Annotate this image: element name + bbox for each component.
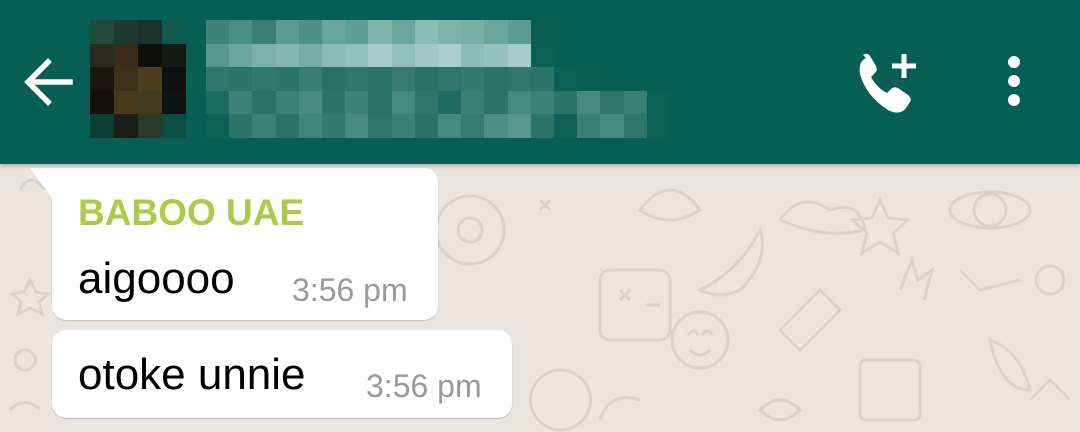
message-time: 3:56 pm — [366, 368, 482, 404]
chat-header — [0, 0, 1080, 164]
add-call-icon[interactable] — [852, 50, 922, 114]
message-bubble[interactable]: otoke unnie 3:56 pm — [52, 330, 512, 418]
avatar[interactable] — [90, 20, 186, 138]
more-vert-icon[interactable] — [994, 50, 1034, 114]
message-text: otoke unnie — [78, 350, 306, 399]
bubble-tail — [30, 168, 52, 198]
message-sender: BABOO UAE — [78, 192, 305, 233]
arrow-left-icon[interactable] — [18, 52, 78, 112]
contact-title-pixelated[interactable] — [206, 20, 670, 138]
message-text: aigoooo — [78, 254, 235, 303]
message-time: 3:56 pm — [292, 272, 408, 308]
message-bubble[interactable]: BABOO UAE aigoooo 3:56 pm — [30, 168, 438, 320]
